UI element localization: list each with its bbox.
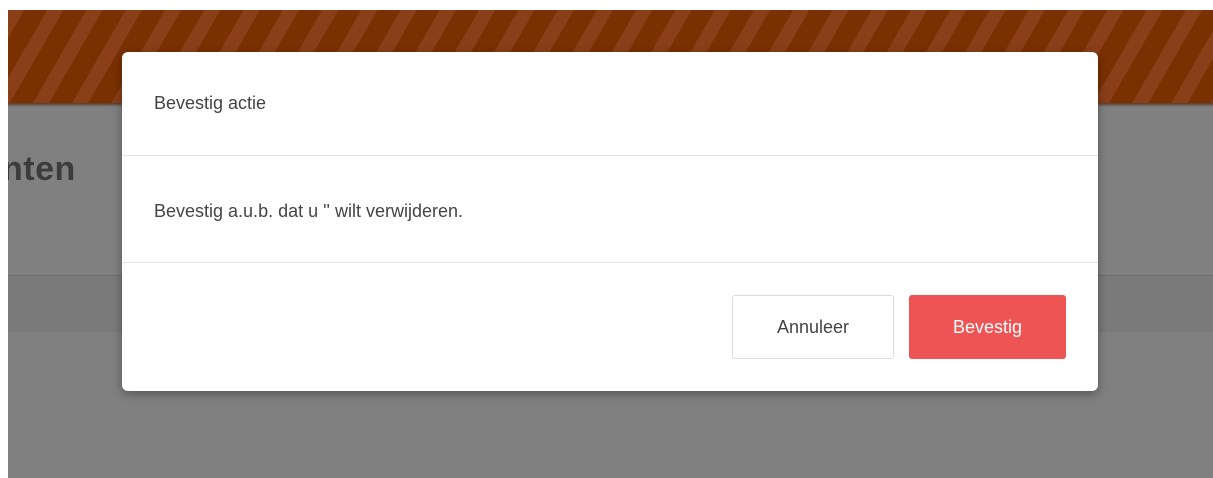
dialog-body: Bevestig a.u.b. dat u '' wilt verwijdere… xyxy=(122,156,1098,263)
dialog-title: Bevestig actie xyxy=(154,93,267,113)
confirm-button[interactable]: Bevestig xyxy=(909,295,1066,359)
background-page-title: nten xyxy=(8,150,76,188)
cancel-button[interactable]: Annuleer xyxy=(732,295,894,359)
dialog-header: Bevestig actie xyxy=(122,52,1098,156)
dialog-message: Bevestig a.u.b. dat u '' wilt verwijdere… xyxy=(154,201,464,221)
confirm-dialog: Bevestig actie Bevestig a.u.b. dat u '' … xyxy=(122,52,1098,391)
dialog-footer: Annuleer Bevestig xyxy=(122,263,1098,391)
